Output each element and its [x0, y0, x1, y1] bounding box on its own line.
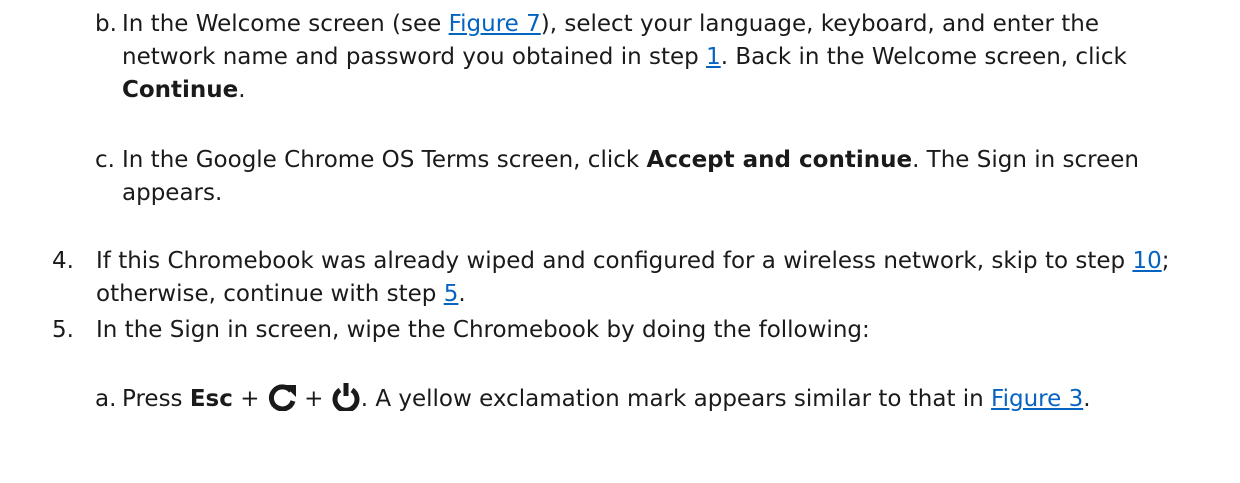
text-run: . A yellow exclamation mark appears simi…: [360, 386, 992, 412]
refresh-icon: [267, 383, 297, 412]
text-run: .: [1083, 386, 1091, 412]
step-5-link[interactable]: 5: [444, 281, 459, 307]
list-item-a-text: Press Esc + + . A yellow exclamation mar…: [122, 383, 1192, 416]
text-run: In the Welcome screen (see: [122, 11, 449, 37]
list-marker-b: b.: [95, 11, 117, 37]
list-marker-5: 5.: [52, 317, 74, 343]
text-run: .: [238, 77, 246, 103]
accept-and-continue-bold-text: Accept and continue: [646, 147, 913, 173]
power-icon: [331, 383, 361, 413]
text-run: If this Chromebook was already wiped and…: [96, 248, 1133, 274]
list-marker-c: c.: [95, 147, 115, 173]
continue-bold-text: Continue: [122, 77, 239, 103]
plus-sign: +: [232, 386, 267, 412]
list-marker-4: 4.: [52, 248, 74, 274]
figure-7-link[interactable]: Figure 7: [449, 11, 541, 37]
step-10-link[interactable]: 10: [1132, 248, 1161, 274]
text-run: Press: [122, 386, 190, 412]
list-item-c-text: In the Google Chrome OS Terms screen, cl…: [122, 144, 1192, 210]
list-marker-a: a.: [95, 386, 117, 412]
plus-sign: +: [296, 386, 331, 412]
text-run: . Back in the Welcome screen, click: [720, 44, 1127, 70]
text-run: .: [458, 281, 466, 307]
list-item-4-text: If this Chromebook was already wiped and…: [96, 245, 1196, 311]
esc-key-bold-text: Esc: [189, 386, 233, 412]
step-1-link[interactable]: 1: [706, 44, 721, 70]
text-run: In the Google Chrome OS Terms screen, cl…: [122, 147, 647, 173]
list-item-b-text: In the Welcome screen (see Figure 7), se…: [122, 8, 1192, 107]
list-item-5-text: In the Sign in screen, wipe the Chromebo…: [96, 317, 870, 343]
figure-3-link[interactable]: Figure 3: [991, 386, 1083, 412]
